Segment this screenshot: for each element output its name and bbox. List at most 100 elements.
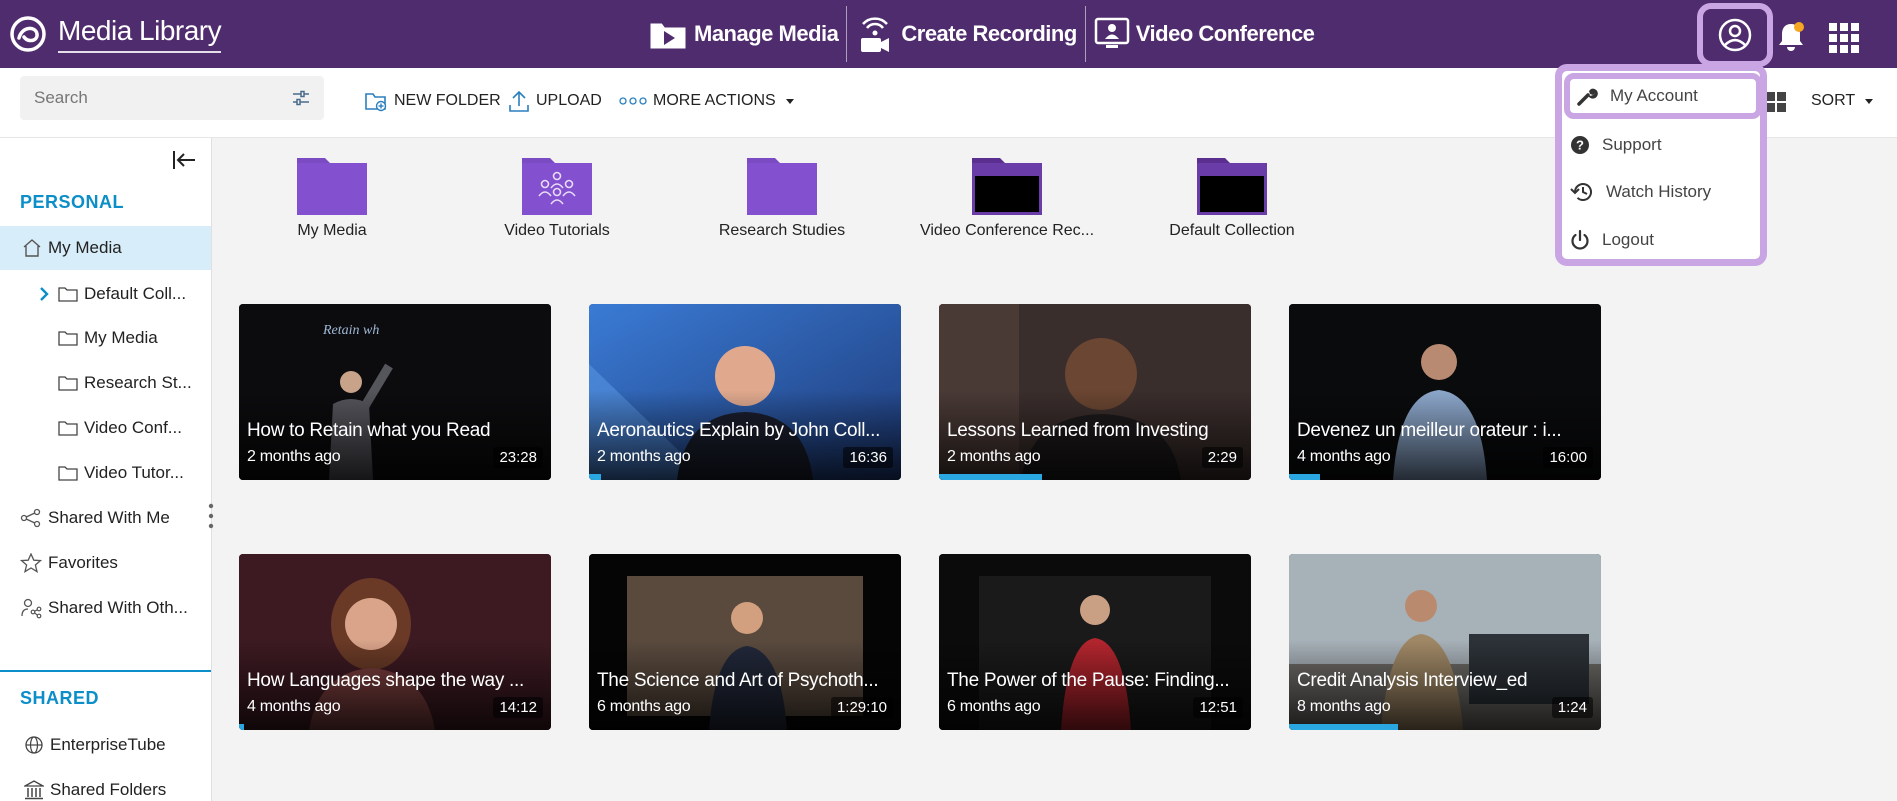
menu-item-support[interactable]: ? Support — [1570, 126, 1754, 164]
media-title[interactable]: Aeronautics Explain by John Coll... — [597, 420, 889, 442]
media-age: 4 months ago — [247, 698, 341, 715]
media-age: 6 months ago — [597, 698, 691, 715]
user-dropdown-menu: My Account ? Support Watch History Logou… — [1555, 64, 1767, 266]
vertical-dots-icon — [208, 503, 214, 529]
media-title[interactable]: Devenez un meilleur orateur : i... — [1297, 420, 1589, 442]
sidebar-item-label: Video Conf... — [84, 418, 182, 437]
folder-icon — [297, 158, 367, 215]
user-share-icon — [21, 598, 42, 619]
folder-my-media[interactable]: My Media — [237, 152, 427, 240]
media-card[interactable]: Credit Analysis Interview_ed 8 months ag… — [1289, 554, 1601, 730]
caret-down-icon — [785, 99, 794, 104]
watch-progress — [1289, 474, 1321, 480]
sidebar-item-label: Shared With Me — [48, 508, 170, 527]
grid-view-button[interactable] — [1764, 90, 1788, 114]
media-age: 2 months ago — [597, 448, 691, 465]
sidebar-resize-handle[interactable] — [206, 502, 216, 530]
collapse-sidebar-icon[interactable] — [170, 146, 198, 174]
sidebar-item-shared-folders[interactable]: Shared Folders — [0, 768, 211, 801]
sidebar-item-label: EnterpriseTube — [50, 735, 166, 754]
help-circle-icon: ? — [1571, 136, 1589, 154]
kaltura-swirl-icon — [10, 16, 46, 52]
menu-item-logout[interactable]: Logout — [1570, 221, 1754, 259]
sidebar-item-video-conference[interactable]: Video Conf... — [0, 406, 211, 450]
sidebar-item-label: Shared With Oth... — [48, 598, 188, 617]
upload-button[interactable]: UPLOAD — [508, 88, 602, 114]
sort-button[interactable]: SORT — [1811, 92, 1877, 110]
nav-create-recording[interactable]: Create Recording — [849, 9, 1082, 59]
more-actions-button[interactable]: MORE ACTIONS — [619, 88, 804, 114]
menu-item-watch-history[interactable]: Watch History — [1570, 173, 1754, 211]
folder-video-tutorials[interactable]: Video Tutorials — [462, 152, 652, 240]
folder-with-preview-icon — [972, 158, 1042, 215]
nav-manage-media[interactable]: Manage Media — [642, 9, 844, 59]
nav-manage-media-label: Manage Media — [694, 21, 839, 46]
chevron-right-icon[interactable] — [38, 286, 50, 302]
media-card[interactable]: The Science and Art of Psychoth... 6 mon… — [589, 554, 901, 730]
media-card[interactable]: Retain wh How to Retain what you Read 2 … — [239, 304, 551, 480]
media-title[interactable]: How to Retain what you Read — [247, 420, 539, 442]
folder-icon — [58, 287, 78, 302]
media-duration: 23:28 — [493, 447, 543, 468]
shared-section-title: SHARED — [20, 688, 100, 708]
sidebar-item-favorites[interactable]: Favorites — [0, 541, 211, 585]
watch-progress — [1289, 724, 1399, 730]
home-icon — [23, 239, 41, 257]
user-menu-button[interactable] — [1697, 3, 1773, 67]
section-divider — [0, 670, 211, 672]
media-title[interactable]: Credit Analysis Interview_ed — [1297, 670, 1589, 692]
media-title[interactable]: The Power of the Pause: Finding... — [947, 670, 1239, 692]
menu-item-my-account[interactable]: My Account — [1564, 73, 1762, 119]
folder-name: Research Studies — [718, 222, 846, 239]
filter-sliders-icon[interactable] — [292, 90, 310, 106]
search-box[interactable] — [20, 76, 324, 120]
media-card[interactable]: Aeronautics Explain by John Coll... 2 mo… — [589, 304, 901, 480]
media-title[interactable]: The Science and Art of Psychoth... — [597, 670, 889, 692]
star-icon — [20, 553, 42, 573]
folder-research-studies[interactable]: Research Studies — [687, 152, 877, 240]
sidebar-item-research-studies[interactable]: Research St... — [0, 361, 211, 405]
sidebar-item-enterprisetube[interactable]: EnterpriseTube — [0, 723, 211, 767]
apps-menu-button[interactable] — [1828, 22, 1860, 54]
media-card[interactable]: Devenez un meilleur orateur : i... 4 mon… — [1289, 304, 1601, 480]
sidebar-item-default-collection[interactable]: Default Coll... — [0, 272, 211, 316]
sidebar-item-label: Video Tutor... — [84, 463, 184, 482]
folder-with-preview-icon — [1197, 158, 1267, 215]
folder-default-collection[interactable]: Default Collection — [1137, 152, 1327, 240]
media-duration: 14:12 — [493, 697, 543, 718]
history-icon — [1570, 183, 1592, 201]
play-folder-icon — [649, 22, 687, 50]
menu-item-label: Watch History — [1606, 182, 1712, 201]
sidebar-item-my-media-folder[interactable]: My Media — [0, 316, 211, 360]
watch-progress — [939, 474, 1042, 480]
svg-text:?: ? — [1576, 138, 1584, 153]
sidebar-item-my-media[interactable]: My Media — [0, 226, 211, 270]
folder-icon — [58, 421, 78, 436]
menu-item-label: Support — [1602, 135, 1662, 154]
media-card[interactable]: How Languages shape the way ... 4 months… — [239, 554, 551, 730]
sidebar-item-shared-with-others[interactable]: Shared With Oth... — [0, 586, 211, 630]
media-card[interactable]: The Power of the Pause: Finding... 6 mon… — [939, 554, 1251, 730]
group-folder-icon — [522, 158, 592, 215]
watch-progress — [239, 724, 244, 730]
media-age: 2 months ago — [947, 448, 1041, 465]
nav-video-conference-label: Video Conference — [1135, 21, 1315, 46]
media-title[interactable]: Lessons Learned from Investing — [947, 420, 1239, 442]
media-title[interactable]: How Languages shape the way ... — [247, 670, 539, 692]
folder-name: Video Conference Rec... — [919, 222, 1095, 239]
media-card[interactable]: Lessons Learned from Investing 2 months … — [939, 304, 1251, 480]
search-input[interactable] — [34, 88, 292, 108]
notifications-button[interactable] — [1774, 20, 1808, 54]
sidebar-item-shared-with-me[interactable]: Shared With Me — [0, 496, 211, 540]
building-icon — [24, 780, 44, 800]
notification-badge — [1794, 22, 1804, 32]
monitor-people-icon — [1094, 17, 1130, 48]
sidebar-item-video-tutorials[interactable]: Video Tutor... — [0, 451, 211, 495]
nav-video-conference[interactable]: Video Conference — [1088, 9, 1321, 59]
sidebar-item-label: Favorites — [48, 553, 118, 572]
brand[interactable]: Media Library — [8, 12, 222, 56]
folder-video-conference-recordings[interactable]: Video Conference Rec... — [912, 152, 1102, 240]
app-title[interactable]: Media Library — [58, 15, 222, 53]
new-folder-button[interactable]: NEW FOLDER — [364, 88, 501, 114]
folder-icon — [58, 466, 78, 481]
